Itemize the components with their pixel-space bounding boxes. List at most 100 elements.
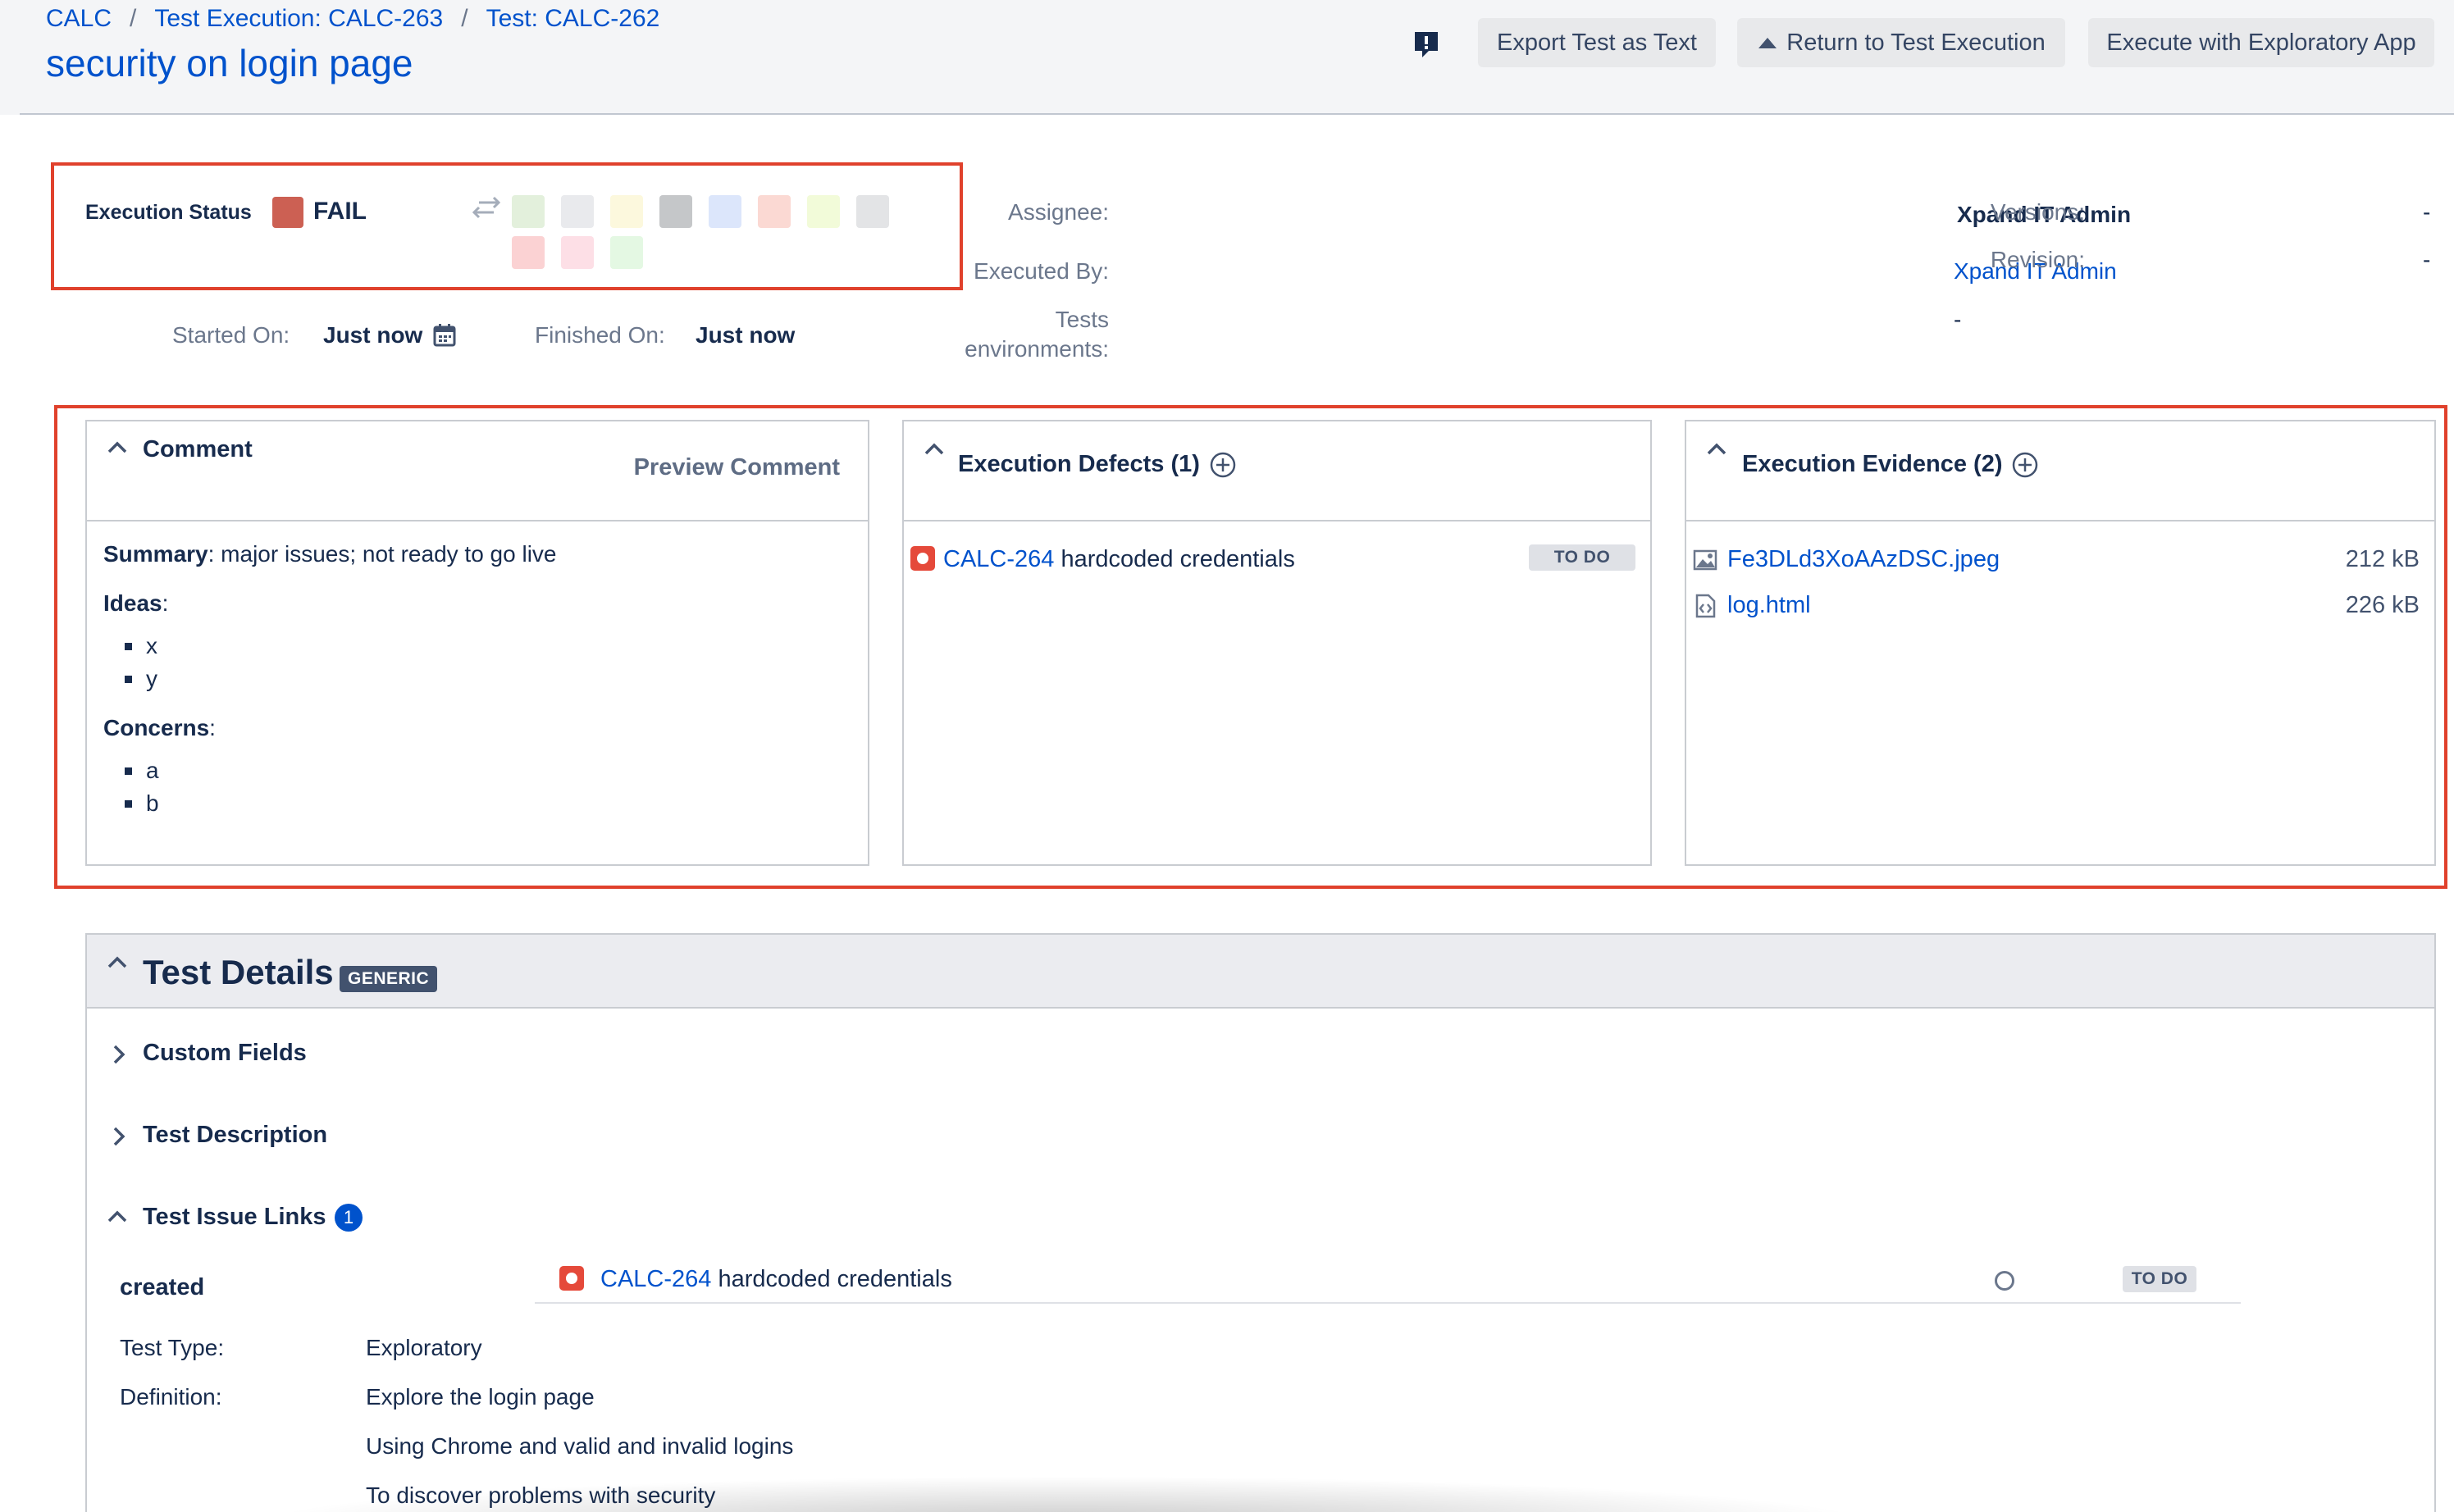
comment-concerns-heading: Concerns: xyxy=(103,715,557,741)
execution-status-label: Execution Status xyxy=(85,201,252,224)
status-option-chip[interactable] xyxy=(807,195,840,228)
chevron-up-icon[interactable] xyxy=(107,954,128,969)
swap-arrows-icon[interactable] xyxy=(471,195,502,220)
status-option-chip[interactable] xyxy=(856,195,889,228)
test-type-badge: GENERIC xyxy=(340,966,438,992)
status-lozenge: TO DO xyxy=(1529,544,1635,571)
priority-circle-icon xyxy=(1995,1271,2014,1291)
evidence-file-name[interactable]: Fe3DLd3XoAAzDSC.jpeg xyxy=(1727,546,2000,573)
feedback-icon[interactable] xyxy=(1412,30,1440,61)
defect-issue-summary: hardcoded credentials xyxy=(1061,546,1295,572)
comment-panel-header: Comment Preview Comment xyxy=(87,421,868,521)
comment-ideas-heading: Ideas: xyxy=(103,590,557,617)
status-option-chip[interactable] xyxy=(610,195,643,228)
evidence-panel-header: Execution Evidence (2) xyxy=(1686,421,2434,521)
return-to-execution-button[interactable]: Return to Test Execution xyxy=(1737,18,2065,67)
defect-issue-row: CALC-264 hardcoded credentials xyxy=(943,546,1295,573)
summary-text: : major issues; not ready to go live xyxy=(208,541,557,567)
evidence-file-size: 212 kB xyxy=(2345,546,2420,572)
list-item: x xyxy=(125,630,557,663)
defect-issue-key[interactable]: CALC-264 xyxy=(943,546,1054,572)
finished-on-value: Just now xyxy=(696,322,796,348)
versions-value: - xyxy=(2423,199,2431,225)
test-description-toggle[interactable]: Test Description xyxy=(143,1122,327,1149)
linked-issue-summary: hardcoded credentials xyxy=(718,1266,952,1292)
linked-issue-key[interactable]: CALC-264 xyxy=(600,1266,711,1292)
issue-links-count-badge: 1 xyxy=(335,1204,363,1232)
code-file-icon xyxy=(1695,594,1716,618)
chevron-up-icon[interactable] xyxy=(107,439,128,454)
definition-line: Explore the login page xyxy=(366,1384,595,1410)
chevron-right-icon[interactable] xyxy=(112,1125,126,1148)
test-details-section: Test Details GENERIC Custom Fields Test … xyxy=(85,933,2436,1512)
status-option-chip[interactable] xyxy=(561,236,594,269)
chevron-up-icon[interactable] xyxy=(107,1209,128,1223)
evidence-file-name[interactable]: log.html xyxy=(1727,592,1811,619)
tests-environments-label: Tests environments: xyxy=(965,307,1109,362)
link-row-divider xyxy=(535,1302,2241,1304)
triangle-up-icon xyxy=(1758,38,1777,48)
list-item: b xyxy=(125,787,557,820)
summary-label: Summary xyxy=(103,541,208,567)
status-color-swatch xyxy=(272,197,303,228)
execution-evidence-panel: Execution Evidence (2) Fe3DLd3XoAAzDSC.j… xyxy=(1685,420,2436,866)
started-on-value: Just now xyxy=(323,322,423,348)
started-on-label: Started On: xyxy=(172,322,290,348)
chevron-up-icon[interactable] xyxy=(1706,441,1727,456)
add-evidence-icon[interactable] xyxy=(2011,451,2039,479)
assignee-label: Assignee: xyxy=(1008,199,1109,225)
definition-line: To discover problems with security xyxy=(366,1482,716,1508)
list-item: y xyxy=(125,663,557,695)
test-details-title: Test Details xyxy=(143,953,334,991)
breadcrumb-project[interactable]: CALC xyxy=(46,5,112,32)
add-defect-icon[interactable] xyxy=(1209,451,1237,479)
evidence-file-size: 226 kB xyxy=(2345,592,2420,618)
execution-status-value[interactable]: FAIL xyxy=(313,198,367,225)
status-option-chip[interactable] xyxy=(709,195,741,228)
breadcrumb-test[interactable]: Test: CALC-262 xyxy=(486,5,660,32)
preview-comment-link[interactable]: Preview Comment xyxy=(634,454,840,481)
status-option-chip[interactable] xyxy=(512,236,545,269)
ideas-list: x y xyxy=(125,630,557,695)
test-type-value: Exploratory xyxy=(366,1335,482,1360)
concerns-list: a b xyxy=(125,754,557,820)
definition-line: Using Chrome and valid and invalid login… xyxy=(366,1433,794,1459)
status-option-chip[interactable] xyxy=(758,195,791,228)
tests-environments-label-line1: Tests xyxy=(1055,307,1109,332)
image-file-icon xyxy=(1693,549,1717,571)
defects-panel-header: Execution Defects (1) xyxy=(904,421,1650,521)
tests-environments-value: - xyxy=(1954,307,1962,332)
calendar-icon[interactable] xyxy=(433,323,456,348)
revision-value: - xyxy=(2423,247,2431,272)
breadcrumb-separator: / xyxy=(461,5,468,32)
list-item: a xyxy=(125,754,557,787)
ideas-colon: : xyxy=(162,590,169,616)
concerns-colon: : xyxy=(209,715,216,740)
ideas-label: Ideas xyxy=(103,590,162,616)
status-option-chip[interactable] xyxy=(610,236,643,269)
test-details-header: Test Details GENERIC xyxy=(87,935,2434,1009)
export-test-button[interactable]: Export Test as Text xyxy=(1478,18,1716,67)
breadcrumb-test-execution[interactable]: Test Execution: CALC-263 xyxy=(154,5,443,32)
comment-panel-title: Comment xyxy=(143,436,253,462)
bug-icon xyxy=(559,1266,584,1291)
custom-fields-toggle[interactable]: Custom Fields xyxy=(143,1040,307,1067)
chevron-up-icon[interactable] xyxy=(924,441,945,456)
comment-body: Summary: major issues; not ready to go l… xyxy=(103,541,557,840)
status-lozenge: TO DO xyxy=(2123,1266,2196,1292)
breadcrumb-separator: / xyxy=(130,5,137,32)
chevron-right-icon[interactable] xyxy=(112,1043,126,1066)
status-option-chip[interactable] xyxy=(659,195,692,228)
tests-environments-label-line2: environments: xyxy=(965,336,1109,362)
evidence-file-row: log.html 226 kB xyxy=(1693,592,2420,625)
return-to-execution-label: Return to Test Execution xyxy=(1786,29,2046,56)
status-option-chip[interactable] xyxy=(512,195,545,228)
comment-summary: Summary: major issues; not ready to go l… xyxy=(103,541,557,567)
link-type-label: created xyxy=(120,1274,205,1300)
status-option-chip[interactable] xyxy=(561,195,594,228)
execute-exploratory-button[interactable]: Execute with Exploratory App xyxy=(2088,18,2434,67)
test-issue-links-toggle[interactable]: Test Issue Links xyxy=(143,1204,326,1231)
comment-panel: Comment Preview Comment Summary: major i… xyxy=(85,420,869,866)
concerns-label: Concerns xyxy=(103,715,210,740)
defects-panel-title: Execution Defects (1) xyxy=(958,451,1200,477)
